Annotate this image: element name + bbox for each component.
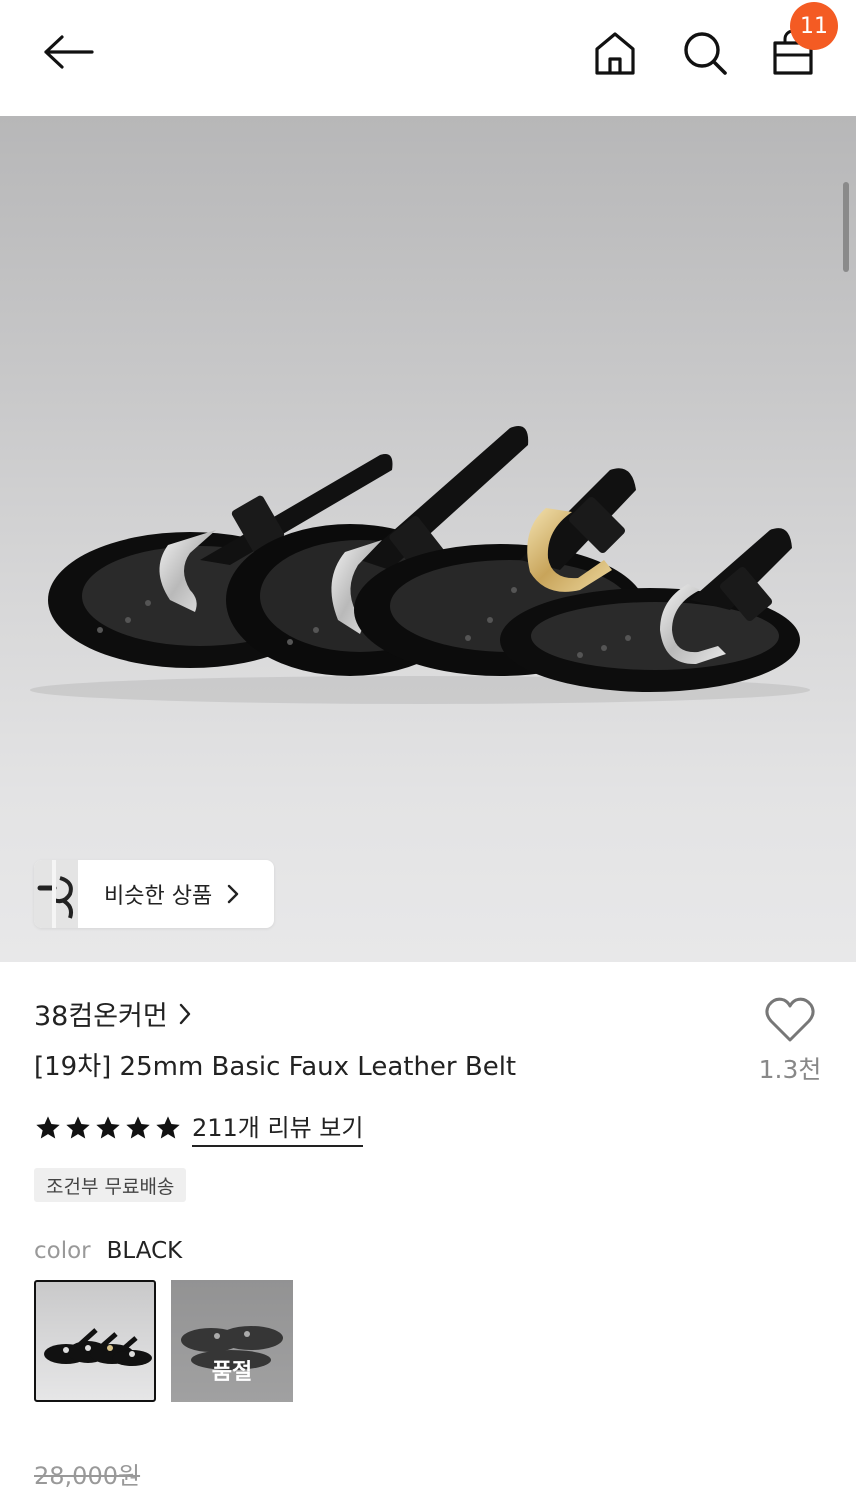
search-button[interactable]	[674, 22, 736, 84]
home-icon	[595, 32, 635, 75]
product-title: [19차] 25mm Basic Faux Leather Belt	[34, 1052, 517, 1082]
star-icon	[36, 1115, 60, 1138]
chevron-right-icon	[226, 883, 240, 905]
similar-products-thumbnail	[34, 860, 78, 928]
wishlist-count: 1.3천	[758, 1055, 822, 1084]
star-icon	[96, 1115, 120, 1138]
rating-row: 211개 리뷰 보기	[34, 1108, 364, 1147]
similar-products-label: 비슷한 상품	[104, 884, 213, 909]
original-price: 28,000원	[34, 1462, 141, 1490]
star-rating	[34, 1114, 182, 1142]
chevron-right-icon	[178, 1002, 192, 1026]
image-scroll-indicator	[843, 182, 849, 272]
similar-products-button[interactable]: 비슷한 상품	[34, 860, 274, 928]
top-navigation-bar: 11	[0, 0, 856, 116]
color-label: color	[34, 1238, 91, 1264]
color-swatch-soldout[interactable]: 품절	[171, 1280, 293, 1402]
wishlist-button[interactable]: 1.3천	[750, 996, 830, 1106]
star-icon	[66, 1115, 90, 1138]
brand-link[interactable]: 38컴온커먼	[34, 994, 192, 1033]
arrow-left-icon	[44, 35, 94, 69]
review-link[interactable]: 211개 리뷰 보기	[192, 1108, 364, 1147]
belts-illustration	[30, 426, 810, 704]
product-image[interactable]	[0, 116, 856, 962]
back-button[interactable]	[30, 22, 106, 82]
shipping-badge: 조건부 무료배송	[34, 1168, 187, 1202]
search-icon	[684, 32, 727, 75]
home-button[interactable]	[584, 22, 646, 84]
swatch-thumbnail	[44, 1328, 152, 1366]
cart-count-badge: 11	[790, 2, 838, 50]
heart-outline-icon	[765, 997, 815, 1042]
star-icon	[156, 1115, 180, 1138]
color-selection-label: color BLACK	[34, 1238, 182, 1264]
brand-name: 38컴온커먼	[34, 1001, 168, 1032]
color-swatch-black[interactable]	[34, 1280, 156, 1402]
star-icon	[126, 1115, 150, 1138]
soldout-label: 품절	[211, 1360, 253, 1385]
color-value: BLACK	[106, 1238, 183, 1264]
